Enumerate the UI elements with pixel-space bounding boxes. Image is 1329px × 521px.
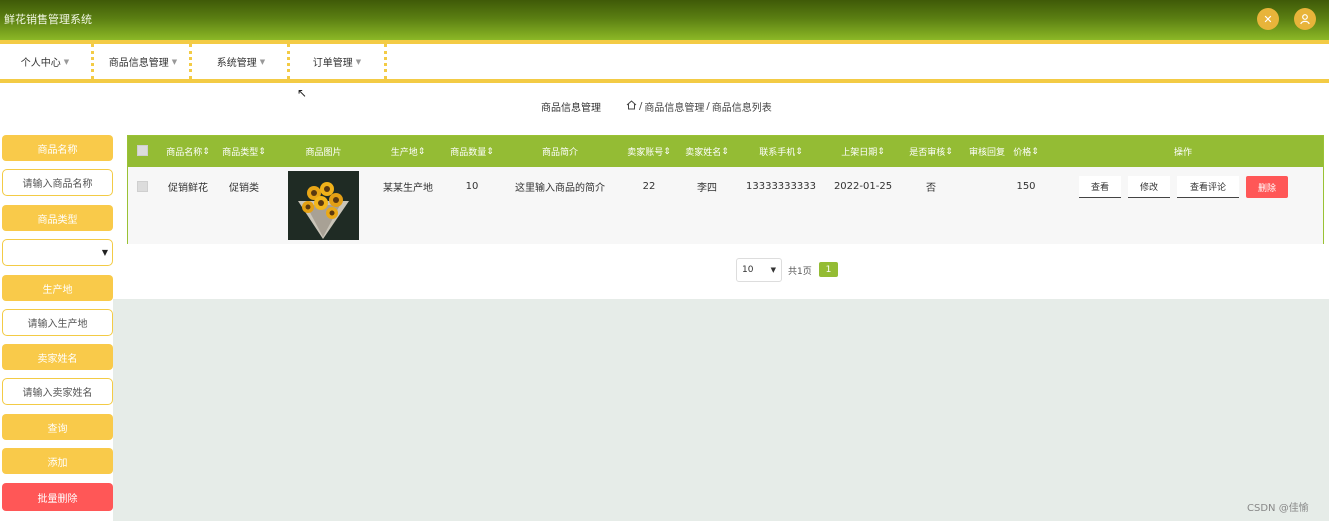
batch-delete-button[interactable]: 批量删除	[2, 483, 113, 511]
cell-phone: 13333333333	[746, 180, 816, 192]
header-reply: 审核回复	[968, 148, 1005, 158]
nav-label: 系统管理	[216, 58, 257, 69]
chevron-down-icon: ▼	[101, 248, 108, 257]
header-seller-name[interactable]: 卖家姓名 ⇕	[681, 136, 733, 167]
edit-button[interactable]: 修改	[1128, 176, 1170, 198]
chevron-down-icon: ▼	[171, 57, 178, 66]
select-all-checkbox[interactable]	[137, 145, 148, 156]
top-nav: 个人中心 ▼ 商品信息管理 ▼ 系统管理 ▼ 订单管理 ▼	[0, 44, 1329, 79]
table-row: 促销鲜花 促销类 某某生产地 10 这里输入商品的简介 22 李四 133333…	[128, 167, 1323, 244]
product-image	[288, 171, 359, 240]
nav-label: 订单管理	[312, 58, 353, 69]
nav-separator	[189, 44, 192, 79]
header-date[interactable]: 上架日期 ⇕	[834, 136, 892, 167]
cell-product-type: 促销类	[229, 182, 259, 194]
cell-seller-name: 李四	[697, 182, 717, 194]
header-quantity[interactable]: 商品数量 ⇕	[446, 136, 498, 167]
cell-product-name: 促销鲜花	[168, 182, 208, 194]
product-name-input[interactable]: 请输入商品名称	[2, 169, 113, 196]
chevron-down-icon: ▼	[770, 266, 776, 274]
nav-item-order-management[interactable]: 订单管理 ▼	[292, 44, 382, 79]
view-comments-button[interactable]: 查看评论	[1177, 176, 1239, 198]
header-origin[interactable]: 生产地 ⇕	[378, 136, 438, 167]
nav-separator	[287, 44, 290, 79]
page-size-value: 10	[742, 265, 754, 275]
nav-divider	[0, 79, 1329, 83]
breadcrumb-item: 商品信息列表	[711, 103, 772, 114]
delete-button[interactable]: 删除	[1246, 176, 1288, 198]
breadcrumb-separator: /	[706, 101, 710, 112]
nav-separator	[384, 44, 387, 79]
cell-date: 2022-01-25	[833, 180, 893, 192]
mouse-cursor-icon: ↖	[297, 86, 308, 100]
product-type-select[interactable]: ▼	[2, 239, 113, 266]
cell-price: 150	[1016, 180, 1036, 192]
cell-audited: 否	[926, 182, 936, 194]
header-intro: 商品简介	[541, 148, 578, 158]
view-button[interactable]: 查看	[1079, 176, 1121, 198]
header-actions: 操作	[1173, 148, 1192, 158]
add-button[interactable]: 添加	[2, 448, 113, 474]
nav-item-personal-center[interactable]: 个人中心 ▼	[8, 44, 82, 79]
cell-seller-account: 22	[642, 180, 656, 192]
page-number-button[interactable]: 1	[819, 262, 838, 277]
chevron-down-icon: ▼	[259, 57, 266, 66]
nav-item-system-management[interactable]: 系统管理 ▼	[196, 44, 286, 79]
content-background	[113, 299, 1329, 521]
seller-name-input[interactable]: 请输入卖家姓名	[2, 378, 113, 405]
chevron-down-icon: ▼	[355, 57, 362, 66]
app-title: 鲜花销售管理系统	[4, 13, 92, 26]
nav-item-product-management[interactable]: 商品信息管理 ▼	[98, 44, 188, 79]
home-icon[interactable]	[626, 100, 637, 113]
header-phone[interactable]: 联系手机 ⇕	[748, 136, 814, 167]
nav-label: 商品信息管理	[108, 58, 169, 69]
cell-intro: 这里输入商品的简介	[515, 182, 605, 194]
cell-origin: 某某生产地	[383, 182, 433, 194]
product-name-label: 商品名称	[2, 135, 113, 161]
header-product-type[interactable]: 商品类型 ⇕	[220, 136, 268, 167]
origin-label: 生产地	[2, 275, 113, 301]
table-header: 商品名称 ⇕ 商品类型 ⇕ 商品图片 生产地 ⇕ 商品数量 ⇕ 商品简介 卖家账号 ⇕ 卖…	[128, 136, 1323, 167]
cell-quantity: 10	[465, 180, 479, 192]
search-button[interactable]: 查询	[2, 414, 113, 440]
product-table: 商品名称 ⇕ 商品类型 ⇕ 商品图片 生产地 ⇕ 商品数量 ⇕ 商品简介 卖家账号 ⇕ 卖…	[127, 135, 1324, 244]
product-type-label: 商品类型	[2, 205, 113, 231]
app-header: 鲜花销售管理系统 ✕	[0, 0, 1329, 40]
total-pages: 共1页	[788, 267, 812, 277]
watermark: CSDN @佳愉	[1247, 503, 1309, 514]
chevron-down-icon: ▼	[63, 57, 70, 66]
breadcrumb-separator: /	[639, 101, 643, 112]
seller-name-label: 卖家姓名	[2, 344, 113, 370]
row-checkbox[interactable]	[137, 181, 148, 192]
fullscreen-icon[interactable]: ✕	[1257, 8, 1279, 30]
breadcrumb-item[interactable]: 商品信息管理	[644, 99, 704, 114]
page-size-select[interactable]: 10 ▼	[736, 258, 782, 282]
nav-label: 个人中心	[20, 58, 61, 69]
header-product-image: 商品图片	[305, 148, 342, 158]
page-title: 商品信息管理	[541, 103, 601, 114]
header-price[interactable]: 价格 ⇕	[1012, 136, 1040, 167]
header-audited[interactable]: 是否审核 ⇕	[905, 136, 957, 167]
nav-separator	[91, 44, 94, 79]
breadcrumb: / 商品信息管理 / 商品信息列表	[626, 99, 772, 114]
header-product-name[interactable]: 商品名称 ⇕	[164, 136, 212, 167]
header-seller-account[interactable]: 卖家账号 ⇕	[623, 136, 675, 167]
user-icon[interactable]	[1294, 8, 1316, 30]
origin-input[interactable]: 请输入生产地	[2, 309, 113, 336]
